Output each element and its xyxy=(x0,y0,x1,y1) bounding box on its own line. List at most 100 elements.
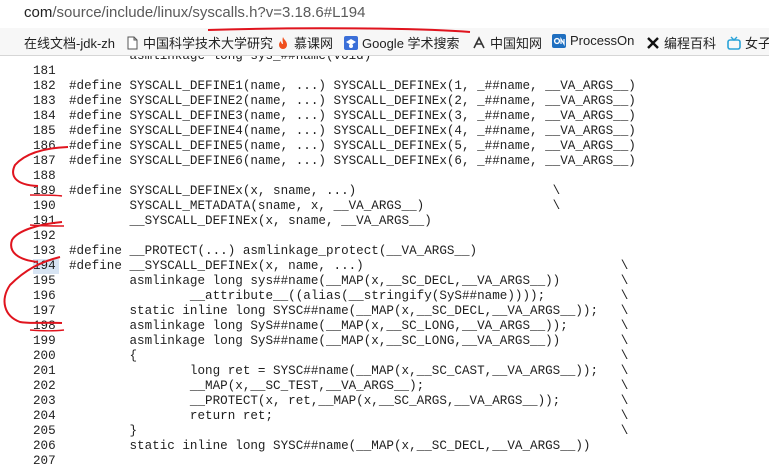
page-icon xyxy=(125,36,139,50)
bookmark-label: 在线文档-jdk-zh xyxy=(24,36,116,51)
code-text: asmlinkage long SyS##name(__MAP(x,__SC_L… xyxy=(69,334,629,348)
bookmark-label: 慕课网 xyxy=(294,36,334,51)
bookmark-label: 中国科学技术大学研究 xyxy=(143,36,274,51)
line-number-link[interactable]: 205 xyxy=(33,424,59,439)
code-line: 181 xyxy=(0,64,769,79)
line-number-link[interactable]: 200 xyxy=(33,349,59,364)
url-path: /source/include/linux/syscalls.h?v=3.18.… xyxy=(52,4,366,21)
line-number-link[interactable]: 189 xyxy=(33,184,59,199)
code-text: SYSCALL_METADATA(sname, x, __VA_ARGS__) … xyxy=(69,199,561,213)
line-number-link[interactable]: 183 xyxy=(33,94,59,109)
line-number-link[interactable]: 196 xyxy=(33,289,59,304)
code-line: 183 #define SYSCALL_DEFINE2(name, ...) SY… xyxy=(0,94,769,109)
line-number-link[interactable]: 182 xyxy=(33,79,59,94)
address-bar[interactable]: com/source/include/linux/syscalls.h?v=3.… xyxy=(0,0,769,28)
line-number-link[interactable]: 201 xyxy=(33,364,59,379)
code-line: 188 xyxy=(0,169,769,184)
code-text: __PROTECT(x, ret,__MAP(x,__SC_ARGS,__VA_… xyxy=(69,394,629,408)
source-code-view: asmlinkage long sys_##name(void) 181 182 #d… xyxy=(0,56,769,464)
code-text: #define SYSCALL_DEFINE1(name, ...) SYSCA… xyxy=(69,79,636,93)
bookmark-label: 中国知网 xyxy=(490,36,543,51)
code-line: 200 { \ xyxy=(0,349,769,364)
code-text: } \ xyxy=(69,424,629,438)
code-line: 182 #define SYSCALL_DEFINE1(name, ...) SY… xyxy=(0,79,769,94)
code-text: #define __PROTECT(...) asmlinkage_protec… xyxy=(69,244,478,258)
line-number-link[interactable]: 192 xyxy=(33,229,59,244)
tv-icon xyxy=(727,36,741,50)
bookmark-processon[interactable]: ProcessOn xyxy=(552,33,634,48)
code-text: static inline long SYSC##name(__MAP(x,__… xyxy=(69,304,629,318)
line-number-link[interactable]: 191 xyxy=(33,214,59,229)
line-number-link[interactable]: 198 xyxy=(33,319,59,334)
line-number-link[interactable]: 199 xyxy=(33,334,59,349)
code-text: __attribute__((alias(__stringify(SyS##na… xyxy=(69,289,629,303)
code-line: 203 __PROTECT(x, ret,__MAP(x,__SC_ARGS,_… xyxy=(0,394,769,409)
code-text: #define SYSCALL_DEFINE3(name, ...) SYSCA… xyxy=(69,109,636,123)
code-line: 192 xyxy=(0,229,769,244)
code-text: __SYSCALL_DEFINEx(x, sname, __VA_ARGS__) xyxy=(69,214,432,228)
line-number-link[interactable]: 188 xyxy=(33,169,59,184)
code-line: 196 __attribute__((alias(__stringify(SyS… xyxy=(0,289,769,304)
line-number-link[interactable]: 185 xyxy=(33,124,59,139)
bookmark-label: ProcessOn xyxy=(570,33,635,48)
code-text: #define SYSCALL_DEFINE5(name, ...) SYSCA… xyxy=(69,139,636,153)
code-text: #define __SYSCALL_DEFINEx(x, name, ...) … xyxy=(69,259,629,273)
line-number-link[interactable]: 186 xyxy=(33,139,59,154)
code-text: long ret = SYSC##name(__MAP(x,__SC_CAST,… xyxy=(69,364,629,378)
code-text: asmlinkage long sys_##name(void) xyxy=(69,56,372,63)
line-number-link[interactable]: 190 xyxy=(33,199,59,214)
bookmark-programming-wiki[interactable]: 编程百科 xyxy=(646,33,716,52)
url-text[interactable]: com/source/include/linux/syscalls.h?v=3.… xyxy=(24,4,365,21)
bookmark-ustc[interactable]: 中国科学技术大学研究 xyxy=(125,33,273,52)
bookmark-label: 编程百科 xyxy=(664,36,717,51)
line-number-link[interactable]: 195 xyxy=(33,274,59,289)
line-number-link[interactable]: 181 xyxy=(33,64,59,79)
bookmark-misc[interactable]: 女子 xyxy=(727,33,769,52)
scholar-icon xyxy=(344,35,358,50)
line-number-link[interactable]: 184 xyxy=(33,109,59,124)
code-line: 207 xyxy=(0,454,769,464)
line-number-link[interactable]: 197 xyxy=(33,304,59,319)
bookmark-label: Google 学术搜索 xyxy=(362,36,460,51)
code-line: 195 asmlinkage long sys##name(__MAP(x,__… xyxy=(0,274,769,289)
code-line: 194 #define __SYSCALL_DEFINEx(x, name, ..… xyxy=(0,259,769,274)
line-number-link[interactable]: 207 xyxy=(33,454,59,464)
line-number-link[interactable]: 193 xyxy=(33,244,59,259)
code-text: asmlinkage long sys##name(__MAP(x,__SC_D… xyxy=(69,274,629,288)
code-text: asmlinkage long SyS##name(__MAP(x,__SC_L… xyxy=(69,319,629,333)
code-line: 186 #define SYSCALL_DEFINE5(name, ...) SY… xyxy=(0,139,769,154)
line-number-link[interactable]: 203 xyxy=(33,394,59,409)
code-line: 198 asmlinkage long SyS##name(__MAP(x,__… xyxy=(0,319,769,334)
bookmark-cnki[interactable]: 中国知网 xyxy=(472,33,542,52)
code-text: static inline long SYSC##name(__MAP(x,__… xyxy=(69,439,591,453)
line-number-link[interactable]: 194 xyxy=(33,259,59,274)
code-line: 204 return ret; \ xyxy=(0,409,769,424)
code-line: 184 #define SYSCALL_DEFINE3(name, ...) SY… xyxy=(0,109,769,124)
bookmarks-bar: 在线文档-jdk-zh 中国科学技术大学研究 慕课网 Google 学术搜索 中… xyxy=(0,28,769,56)
flame-icon xyxy=(276,36,290,50)
bookmark-jdk-docs[interactable]: 在线文档-jdk-zh xyxy=(24,33,115,52)
code-line: 193 #define __PROTECT(...) asmlinkage_pro… xyxy=(0,244,769,259)
code-text: #define SYSCALL_DEFINEx(x, sname, ...) \ xyxy=(69,184,561,198)
line-number-link[interactable]: 187 xyxy=(33,154,59,169)
bookmark-google-scholar[interactable]: Google 学术搜索 xyxy=(344,33,460,52)
url-host: com xyxy=(24,4,53,21)
bookmark-imooc[interactable]: 慕课网 xyxy=(276,33,333,52)
line-number-link[interactable]: 204 xyxy=(33,409,59,424)
code-line: 185 #define SYSCALL_DEFINE4(name, ...) SY… xyxy=(0,124,769,139)
code-line: 197 static inline long SYSC##name(__MAP(… xyxy=(0,304,769,319)
code-text: #define SYSCALL_DEFINE2(name, ...) SYSCA… xyxy=(69,94,636,108)
line-number-link[interactable]: 206 xyxy=(33,439,59,454)
bookmark-label: 女子 xyxy=(745,36,769,51)
cnki-icon xyxy=(472,35,486,50)
code-text: #define SYSCALL_DEFINE6(name, ...) SYSCA… xyxy=(69,154,636,168)
code-line: 190 SYSCALL_METADATA(sname, x, __VA_ARGS… xyxy=(0,199,769,214)
line-number-link[interactable]: 202 xyxy=(33,379,59,394)
code-text: #define SYSCALL_DEFINE4(name, ...) SYSCA… xyxy=(69,124,636,138)
on-icon xyxy=(552,33,566,48)
code-line: 206 static inline long SYSC##name(__MAP(… xyxy=(0,439,769,454)
code-line: 189 #define SYSCALL_DEFINEx(x, sname, ...… xyxy=(0,184,769,199)
code-line: 199 asmlinkage long SyS##name(__MAP(x,__… xyxy=(0,334,769,349)
code-line: 187 #define SYSCALL_DEFINE6(name, ...) SY… xyxy=(0,154,769,169)
code-line: 205 } \ xyxy=(0,424,769,439)
